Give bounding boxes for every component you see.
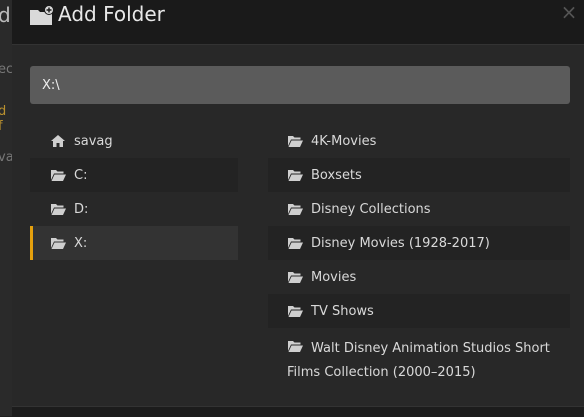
folder-open-icon — [288, 170, 303, 181]
folder-open-icon — [288, 238, 303, 249]
folder-open-icon — [51, 204, 66, 215]
folder-add-icon — [30, 5, 54, 25]
drive-label: D: — [74, 201, 89, 217]
home-icon — [51, 135, 65, 147]
drive-label: C: — [74, 167, 88, 183]
dialog-header: Add Folder × — [12, 0, 584, 45]
add-folder-dialog: Add Folder × savag C: D: — [12, 0, 584, 417]
folder-item[interactable]: Disney Collections — [268, 192, 570, 226]
dialog-title: Add Folder — [58, 2, 165, 26]
folder-open-icon — [288, 204, 303, 215]
folder-label: TV Shows — [311, 303, 374, 319]
background-text: ec — [0, 62, 12, 77]
background-page: d ec d f va — [0, 0, 12, 416]
folder-label: Disney Collections — [311, 201, 431, 217]
folder-open-icon — [288, 272, 303, 283]
folder-open-icon — [288, 136, 303, 147]
drive-label: savag — [74, 133, 113, 149]
folder-label: Disney Movies (1928-2017) — [311, 235, 490, 251]
folder-open-icon — [288, 306, 303, 317]
background-text: va — [0, 150, 12, 165]
folder-item[interactable]: TV Shows — [268, 294, 570, 328]
background-text: d f — [0, 104, 7, 134]
folder-open-icon — [51, 238, 66, 249]
folder-label: 4K-Movies — [311, 133, 377, 149]
background-text: d — [0, 3, 11, 27]
folder-open-icon — [51, 170, 66, 181]
drive-label: X: — [74, 235, 88, 251]
folder-open-icon — [288, 341, 303, 352]
folder-item[interactable]: Walt Disney Animation Studios Short Film… — [268, 328, 570, 391]
folder-label: Boxsets — [311, 167, 362, 183]
drive-list: savag C: D: X: — [30, 124, 238, 260]
drive-item-d[interactable]: D: — [30, 192, 238, 226]
folder-item[interactable]: Disney Movies (1928-2017) — [268, 226, 570, 260]
close-button[interactable]: × — [559, 0, 579, 24]
drive-item-c[interactable]: C: — [30, 158, 238, 192]
drive-item-savag[interactable]: savag — [30, 124, 238, 158]
folder-item[interactable]: 4K-Movies — [268, 124, 570, 158]
folder-item[interactable]: Movies — [268, 260, 570, 294]
drive-item-x[interactable]: X: — [30, 226, 238, 260]
dialog-footer — [12, 406, 584, 417]
folder-label: Walt Disney Animation Studios Short Film… — [287, 341, 550, 380]
folder-label: Movies — [311, 269, 357, 285]
folder-item[interactable]: Boxsets — [268, 158, 570, 192]
path-input[interactable] — [30, 66, 570, 104]
folder-list: 4K-Movies Boxsets Disney Collections Dis… — [268, 124, 570, 391]
